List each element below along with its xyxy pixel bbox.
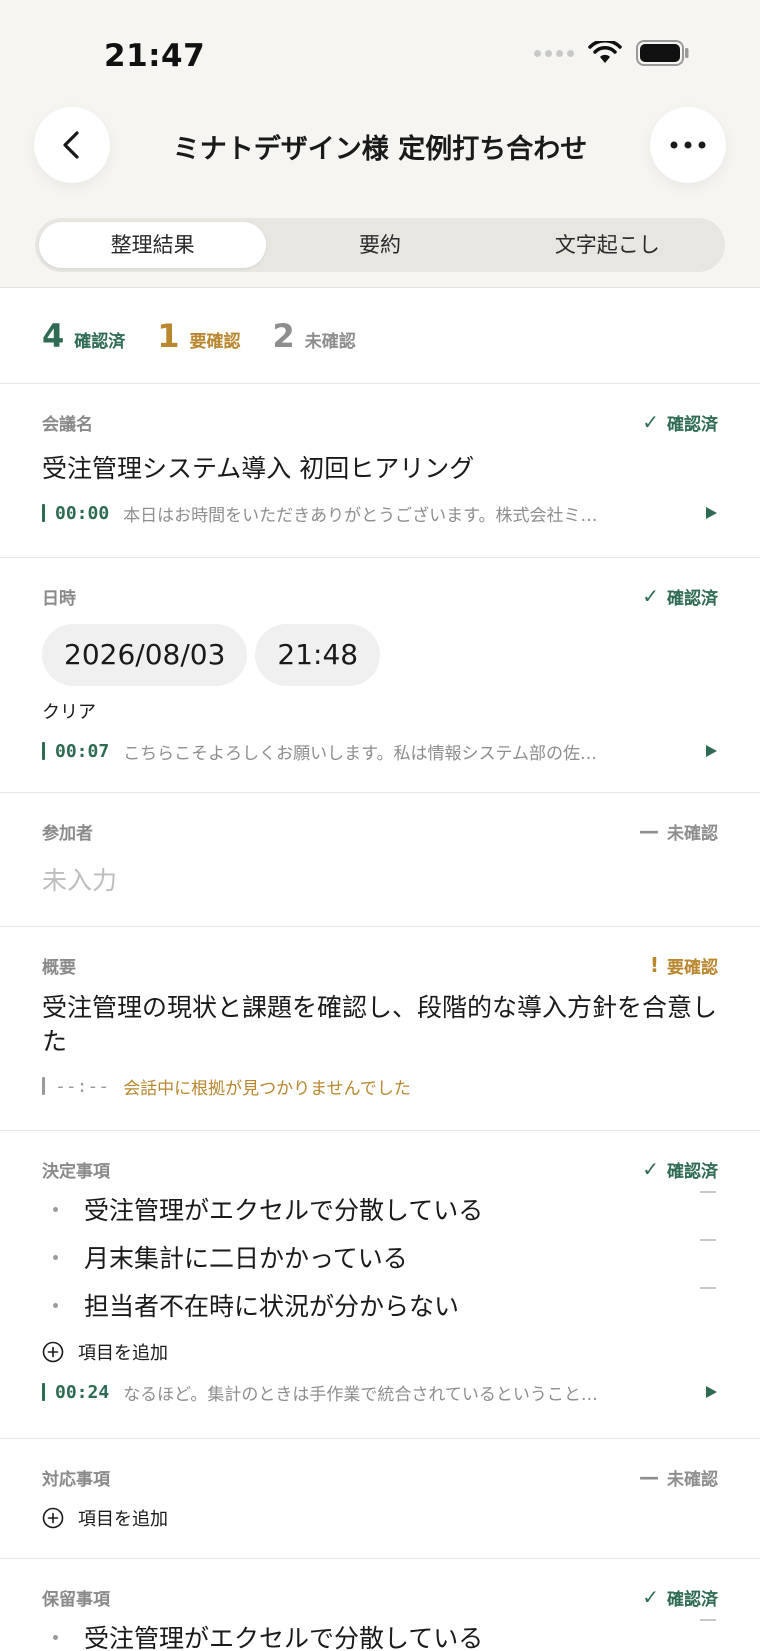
- list-item[interactable]: 月末集計に二日かかっている: [42, 1233, 718, 1281]
- dash-icon: —: [639, 1465, 659, 1489]
- list-item[interactable]: 受注管理がエクセルで分散している: [42, 1185, 718, 1233]
- section-label: 日時: [42, 588, 76, 609]
- evidence-time: 00:07: [55, 740, 110, 762]
- tab-organized[interactable]: 整理結果: [39, 222, 267, 268]
- evidence-row[interactable]: 00:07 こちらこそよろしくお願いします。私は情報システム部の佐…: [42, 738, 718, 764]
- section-label: 概要: [42, 957, 76, 978]
- section-label: 決定事項: [42, 1161, 110, 1182]
- section-meeting-name: 会議名 ✓ 確認済 受注管理システム導入 初回ヒアリング 00:00 本日はお時間…: [0, 384, 760, 558]
- evidence-text: なるほど。集計のときは手作業で統合されているということ…: [123, 1384, 598, 1405]
- section-decisions: 決定事項 ✓ 確認済 受注管理がエクセルで分散している 月末集計に二日かかっている…: [0, 1131, 760, 1439]
- meeting-name-value[interactable]: 受注管理システム導入 初回ヒアリング: [42, 452, 718, 486]
- evidence-text: こちらこそよろしくお願いします。私は情報システム部の佐…: [123, 743, 597, 764]
- list-item[interactable]: 担当者不在時に状況が分からない: [42, 1281, 718, 1329]
- status-badge[interactable]: ! 要確認: [650, 953, 718, 978]
- check-icon: ✓: [642, 1157, 659, 1181]
- status-badge[interactable]: ✓ 確認済: [642, 1157, 718, 1182]
- battery-icon: [636, 40, 689, 66]
- evidence-text: 会話中に根拠が見つかりませんでした: [123, 1078, 411, 1099]
- ellipsis-icon: [670, 141, 706, 149]
- check-icon: ✓: [642, 410, 659, 434]
- status-time: 21:47: [104, 38, 206, 74]
- status-bar: 21:47: [0, 0, 760, 110]
- status-badge[interactable]: ✓ 確認済: [642, 584, 718, 609]
- status-icons: [534, 40, 690, 66]
- check-icon: ✓: [642, 584, 659, 608]
- section-actions: 対応事項 — 未確認 項目を追加: [0, 1439, 760, 1559]
- status-badge[interactable]: — 未確認: [639, 819, 718, 844]
- section-label: 保留事項: [42, 1589, 110, 1610]
- section-participants: 参加者 — 未確認 未入力: [0, 793, 760, 927]
- list-item[interactable]: 受注管理がエクセルで分散している: [42, 1613, 718, 1651]
- check-icon: ✓: [642, 1585, 659, 1609]
- overview-value[interactable]: 受注管理の現状と課題を確認し、段階的な導入方針を合意した: [42, 991, 718, 1059]
- needs-check-count: 1 要確認: [157, 316, 241, 355]
- remove-icon[interactable]: [700, 1239, 716, 1241]
- segmented-tabs: 整理結果 要約 文字起こし: [35, 218, 725, 272]
- evidence-row[interactable]: 00:00 本日はお時間をいただきありがとうございます。株式会社ミ…: [42, 500, 718, 526]
- participants-input[interactable]: 未入力: [42, 861, 718, 897]
- play-icon[interactable]: [704, 1385, 718, 1399]
- play-icon[interactable]: [704, 744, 718, 758]
- section-label: 会議名: [42, 414, 93, 435]
- evidence-row: --:-- 会話中に根拠が見つかりませんでした: [42, 1073, 718, 1099]
- section-datetime: 日時 ✓ 確認済 2026/08/03 21:48 クリア 00:07 こちらこそ…: [0, 558, 760, 793]
- tab-summary[interactable]: 要約: [266, 222, 493, 268]
- confirmed-count: 4 確認済: [42, 316, 126, 355]
- status-badge[interactable]: — 未確認: [639, 1465, 718, 1490]
- tab-transcript[interactable]: 文字起こし: [494, 222, 721, 268]
- dash-icon: —: [639, 819, 659, 843]
- unconfirmed-count: 2 未確認: [272, 316, 356, 355]
- signal-icon: [534, 49, 574, 57]
- back-button[interactable]: [34, 107, 110, 183]
- evidence-time: 00:00: [55, 502, 110, 524]
- plus-circle-icon: [42, 1341, 64, 1363]
- nav-bar: ミナトデザイン様 定例打ち合わせ: [0, 105, 760, 185]
- more-button[interactable]: [650, 107, 726, 183]
- add-item-button[interactable]: 項目を追加: [42, 1337, 718, 1367]
- exclamation-icon: !: [649, 953, 659, 977]
- plus-circle-icon: [42, 1507, 64, 1529]
- chevron-left-icon: [63, 131, 79, 159]
- evidence-time: --:--: [55, 1075, 110, 1097]
- status-badge[interactable]: ✓ 確認済: [642, 410, 718, 435]
- remove-icon[interactable]: [700, 1619, 716, 1621]
- page-title: ミナトデザイン様 定例打ち合わせ: [172, 134, 588, 165]
- header-area: 21:47 ミナトデザイン様 定例打ち合わせ 整理結果 要約 文字起こし: [0, 0, 760, 288]
- section-overview: 概要 ! 要確認 受注管理の現状と課題を確認し、段階的な導入方針を合意した --:…: [0, 927, 760, 1131]
- section-label: 参加者: [42, 823, 93, 844]
- wifi-icon: [588, 41, 622, 63]
- add-item-button[interactable]: 項目を追加: [42, 1503, 718, 1533]
- clear-button[interactable]: クリア: [42, 698, 718, 724]
- play-icon[interactable]: [704, 506, 718, 520]
- evidence-time: 00:24: [55, 1381, 110, 1403]
- date-chip[interactable]: 2026/08/03: [42, 624, 248, 686]
- evidence-row[interactable]: 00:24 なるほど。集計のときは手作業で統合されているということ…: [42, 1379, 718, 1405]
- remove-icon[interactable]: [700, 1191, 716, 1193]
- status-summary: 4 確認済 1 要確認 2 未確認: [0, 288, 760, 384]
- evidence-text: 本日はお時間をいただきありがとうございます。株式会社ミ…: [123, 505, 598, 526]
- status-badge[interactable]: ✓ 確認済: [642, 1585, 718, 1610]
- section-label: 対応事項: [42, 1469, 110, 1490]
- remove-icon[interactable]: [700, 1287, 716, 1289]
- time-chip[interactable]: 21:48: [255, 624, 381, 686]
- section-pending: 保留事項 ✓ 確認済 受注管理がエクセルで分散している: [0, 1559, 760, 1651]
